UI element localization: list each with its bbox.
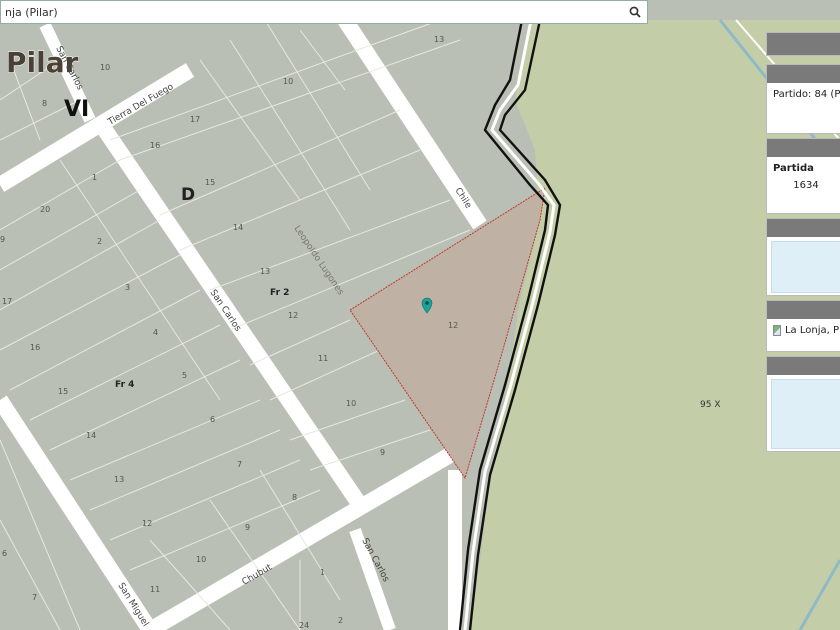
info-panel-partido: Partido: 84 (Pila	[766, 64, 840, 134]
lot-number: 16	[30, 343, 40, 352]
search-icon	[629, 6, 641, 18]
lot-number: 11	[318, 354, 328, 363]
lot-number: 8	[42, 99, 47, 108]
lot-number: 7	[237, 460, 242, 469]
lot-number: 2	[338, 616, 343, 625]
lot-number: 10	[100, 63, 110, 72]
lot-number: 9	[245, 523, 250, 532]
search-input[interactable]	[1, 1, 623, 23]
fraction-2-label: Fr 2	[270, 288, 289, 298]
lot-number: 15	[205, 178, 215, 187]
lot-number: 8	[292, 493, 297, 502]
lot-number: 12	[288, 311, 298, 320]
lot-number: 13	[260, 267, 270, 276]
parcel-95x-label: 95 X	[700, 400, 720, 410]
lot-number: 7	[32, 593, 37, 602]
info-panel-empty-1	[766, 218, 840, 296]
lot-number: 1	[320, 568, 325, 577]
info-panel-header	[766, 32, 840, 56]
location-link[interactable]: La Lonja, P	[785, 325, 839, 336]
partida-header: Partida	[773, 163, 814, 174]
section-label: VI	[64, 97, 89, 122]
lot-number: 15	[58, 387, 68, 396]
partido-text: Partido: 84 (Pila	[773, 89, 840, 100]
lot-number: 4	[153, 328, 158, 337]
lot-number: 16	[150, 141, 160, 150]
fraction-4-label: Fr 4	[115, 380, 134, 390]
lot-number: 11	[150, 585, 160, 594]
info-panel-location: La Lonja, P	[766, 300, 840, 352]
cadastral-map[interactable]: Pilar VI D Fr 2 Fr 4 95 X 12 Tierra Del …	[0, 0, 840, 630]
lot-number: 14	[86, 431, 96, 440]
lot-number: 5	[182, 371, 187, 380]
lot-number: 24	[299, 621, 309, 630]
lot-number: 10	[196, 555, 206, 564]
lot-number: 17	[2, 297, 12, 306]
lot-number: 1	[92, 173, 97, 182]
lot-number: 6	[210, 415, 215, 424]
partida-value: 1634	[793, 180, 819, 191]
lot-number: 6	[2, 549, 7, 558]
image-icon	[773, 325, 781, 336]
lot-number: 10	[346, 399, 356, 408]
info-panel-empty-2	[766, 356, 840, 452]
lot-number: 14	[233, 223, 243, 232]
lot-number: 3	[125, 283, 130, 292]
search-bar	[0, 0, 648, 24]
search-button[interactable]	[623, 1, 647, 23]
lot-number: 13	[114, 475, 124, 484]
lot-number: 9	[0, 235, 5, 244]
parcel-12-label: 12	[448, 321, 458, 330]
lot-number: 17	[190, 115, 200, 124]
info-panel-partida: Partida 1634	[766, 138, 840, 214]
lot-number: 2	[97, 237, 102, 246]
lot-number: 9	[380, 448, 385, 457]
lot-number: 10	[283, 77, 293, 86]
lot-number: 13	[434, 35, 444, 44]
lot-number: 20	[40, 205, 50, 214]
lot-number: 12	[142, 519, 152, 528]
block-label: D	[181, 185, 195, 205]
